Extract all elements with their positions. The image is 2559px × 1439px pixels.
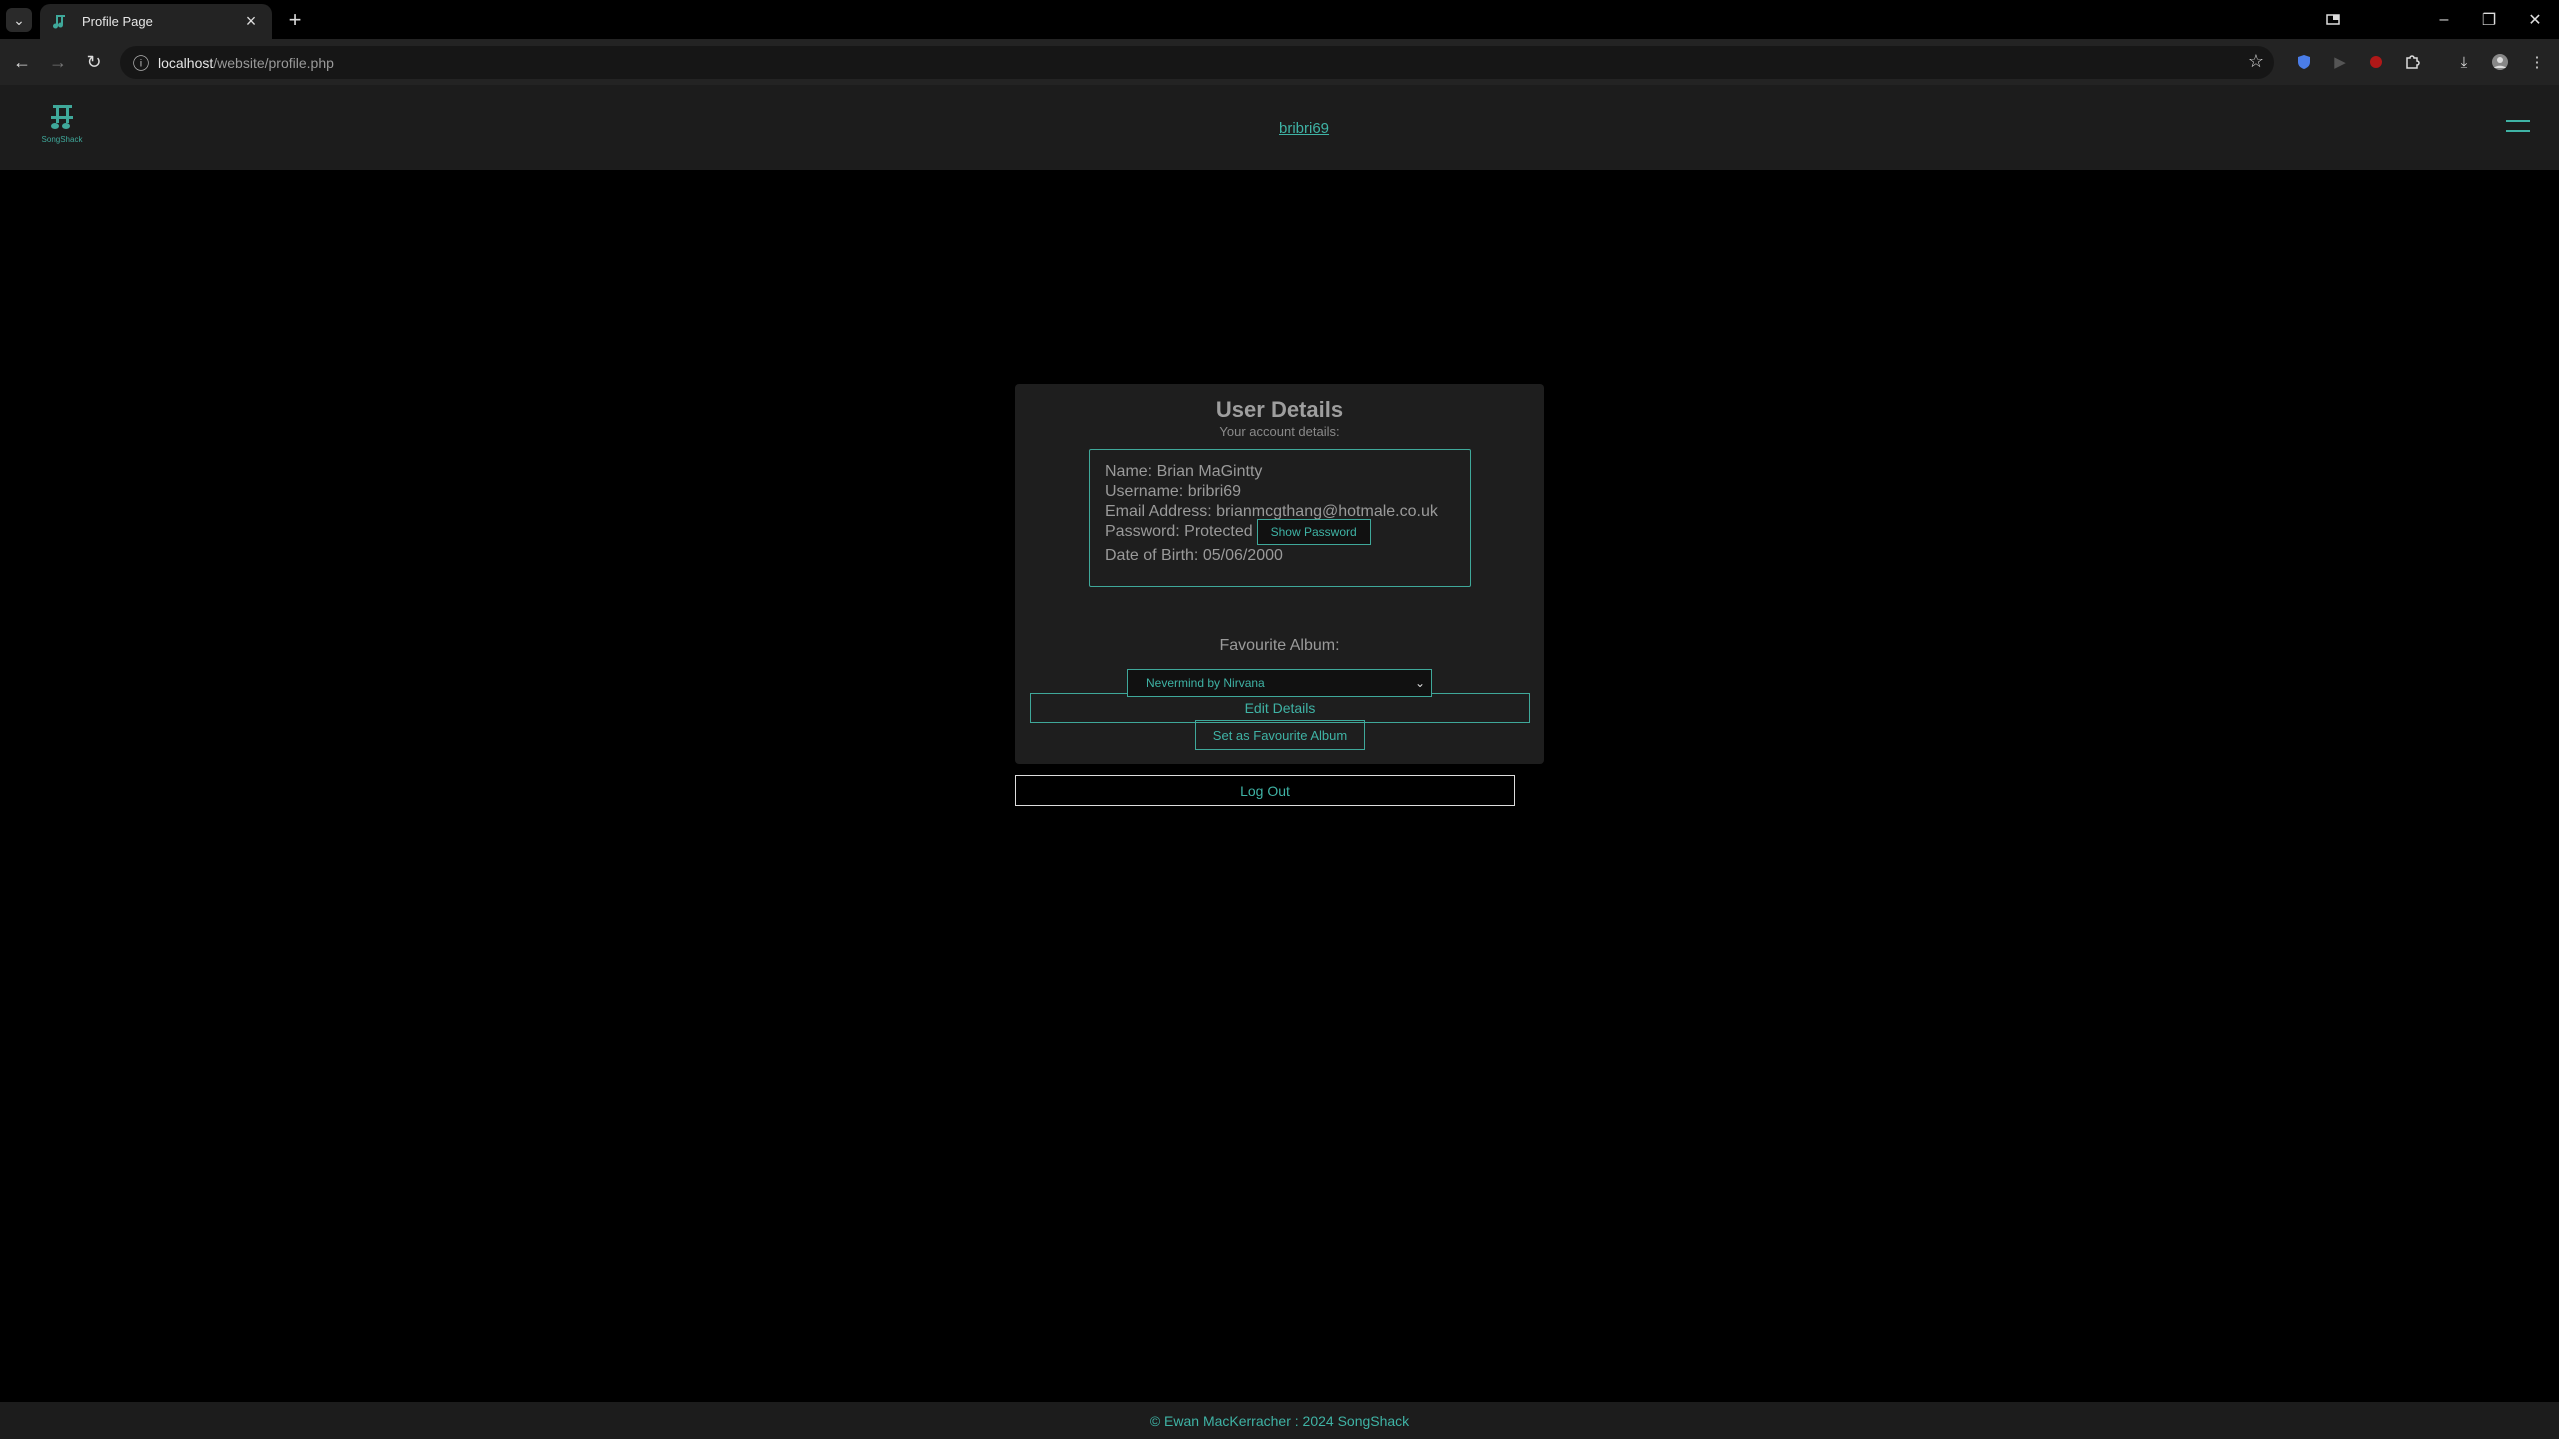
close-tab-icon[interactable]: × (240, 11, 262, 33)
footer-text: © Ewan MacKerracher : 2024 SongShack (1149, 1412, 1410, 1429)
card-title: User Details (1215, 397, 1344, 422)
songshack-logo[interactable]: SongShack (38, 103, 86, 153)
address-bar[interactable]: i localhost/website/profile.php ☆ (120, 46, 2274, 79)
extensions-puzzle-icon[interactable] (2400, 50, 2424, 74)
back-arrow-icon[interactable]: ← (8, 48, 36, 76)
browser-toolbar: ← → ↻ i localhost/website/profile.php ☆ … (0, 39, 2559, 85)
restore-button[interactable]: ❐ (2469, 6, 2509, 34)
play-extension-icon[interactable]: ▶ (2328, 50, 2352, 74)
name-row: Name: Brian MaGintty (1105, 463, 1263, 480)
tab-title: Profile Page (82, 14, 153, 29)
chevron-down-icon: ⌄ (1414, 676, 1425, 690)
minimize-button[interactable]: – (2424, 6, 2464, 34)
card-subtitle: Your account details: (1219, 424, 1340, 439)
close-window-button[interactable]: ✕ (2515, 6, 2555, 34)
music-note-icon (50, 12, 70, 32)
browser-tab[interactable]: Profile Page × (40, 4, 272, 39)
browser-menu-icon[interactable]: ⋮ (2525, 50, 2549, 74)
favourite-album-select[interactable]: Nevermind by Nirvana ⌄ (1127, 669, 1432, 697)
profile-avatar-icon[interactable] (2488, 50, 2512, 74)
new-tab-button[interactable]: + (282, 7, 308, 33)
username-row: Username: bribri69 (1105, 483, 1242, 500)
reload-icon[interactable]: ↻ (80, 48, 108, 76)
bookmark-star-icon[interactable]: ☆ (2248, 51, 2264, 72)
ublock-extension-icon[interactable] (2364, 50, 2388, 74)
tab-search-button[interactable]: ⌄ (6, 8, 32, 32)
set-favourite-button[interactable]: Set as Favourite Album (1195, 720, 1365, 750)
edit-details-button[interactable]: Edit Details (1030, 693, 1530, 723)
download-icon[interactable]: ⤓ (2452, 50, 2476, 74)
password-text: Password: Protected (1105, 523, 1253, 540)
password-row: Password: Protected Show Password (1105, 519, 1470, 545)
site-footer: © Ewan MacKerracher : 2024 SongShack (0, 1402, 2559, 1439)
show-password-button[interactable]: Show Password (1256, 519, 1371, 545)
shield-extension-icon[interactable] (2292, 50, 2316, 74)
hamburger-menu-icon[interactable] (2506, 120, 2530, 132)
account-details-box: Name: Brian MaGintty Username: bribri69 … (1089, 449, 1471, 587)
username-link[interactable]: bribri69 (1279, 120, 1329, 137)
favourite-album-label: Favourite Album: (1219, 637, 1340, 654)
forward-arrow-icon[interactable]: → (44, 48, 72, 76)
selected-album: Nevermind by Nirvana (1146, 676, 1265, 690)
logout-button[interactable]: Log Out (1015, 775, 1515, 806)
page-content: SongShack bribri69 User Details Your acc… (0, 85, 2559, 1439)
browser-tabstrip: ⌄ Profile Page × + – ❐ ✕ (0, 0, 2559, 39)
user-details-card: User Details Your account details: Name:… (1015, 384, 1544, 764)
site-header: SongShack bribri69 (0, 85, 2559, 170)
dob-row: Date of Birth: 05/06/2000 (1105, 547, 1283, 564)
tab-media-icon[interactable] (2313, 6, 2353, 34)
music-note-logo-icon (51, 105, 73, 129)
url-text: localhost/website/profile.php (158, 54, 334, 71)
logo-text: SongShack (41, 135, 83, 144)
site-info-icon[interactable]: i (133, 54, 149, 71)
